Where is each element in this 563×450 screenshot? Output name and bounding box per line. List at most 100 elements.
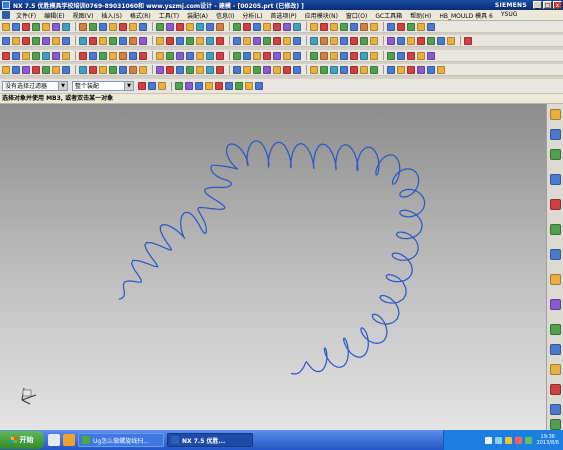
toolbar-tool-icon[interactable] — [417, 22, 425, 31]
toolbar-tool-icon[interactable] — [243, 22, 251, 31]
toolbar-tool-icon[interactable] — [387, 65, 395, 74]
toolbar-tool-icon[interactable] — [32, 22, 40, 31]
toolbar-tool-icon[interactable] — [2, 51, 10, 60]
toolbar-tool-icon[interactable] — [52, 65, 60, 74]
toolbar-tool-icon[interactable] — [42, 22, 50, 31]
toolbar-tool-icon[interactable] — [22, 22, 30, 31]
circle-icon[interactable] — [225, 82, 233, 90]
resource-bar-tab-icon[interactable] — [550, 274, 561, 285]
chevron-down-icon[interactable]: ▼ — [124, 82, 133, 90]
toolbar-tool-icon[interactable] — [273, 65, 281, 74]
resource-bar-tab-icon[interactable] — [550, 364, 561, 375]
toolbar-tool-icon[interactable] — [407, 65, 415, 74]
toolbar-tool-icon[interactable] — [139, 22, 147, 31]
toolbar-tool-icon[interactable] — [52, 51, 60, 60]
menu-item[interactable]: 格式(R) — [126, 11, 155, 20]
toolbar-tool-icon[interactable] — [206, 65, 214, 74]
toolbar-tool-icon[interactable] — [310, 65, 318, 74]
toolbar-tool-icon[interactable] — [156, 22, 164, 31]
toolbar-tool-icon[interactable] — [79, 22, 87, 31]
rectangle-select-icon[interactable] — [185, 82, 193, 90]
toolbar-tool-icon[interactable] — [417, 51, 425, 60]
toolbar-tool-icon[interactable] — [233, 36, 241, 45]
ime-icon[interactable] — [484, 436, 492, 444]
toolbar-tool-icon[interactable] — [216, 22, 224, 31]
toolbar-tool-icon[interactable] — [407, 22, 415, 31]
toolbar-tool-icon[interactable] — [79, 36, 87, 45]
resource-bar-tab-icon[interactable] — [550, 199, 561, 210]
resource-bar-tab-icon[interactable] — [550, 174, 561, 185]
toolbar-tool-icon[interactable] — [310, 22, 318, 31]
toolbar-tool-icon[interactable] — [370, 51, 378, 60]
resource-bar-tab-icon[interactable] — [550, 109, 561, 120]
graphics-window[interactable] — [0, 104, 546, 430]
toolbar-tool-icon[interactable] — [206, 36, 214, 45]
toolbar-tool-icon[interactable] — [196, 22, 204, 31]
toolbar-tool-icon[interactable] — [350, 65, 358, 74]
menu-item[interactable]: YSUG — [497, 11, 522, 20]
menu-item[interactable]: 视图(V) — [69, 11, 98, 20]
toolbar-tool-icon[interactable] — [22, 65, 30, 74]
toolbar-tool-icon[interactable] — [233, 51, 241, 60]
toolbar-tool-icon[interactable] — [156, 51, 164, 60]
crosshair-icon[interactable] — [195, 82, 203, 90]
toolbar-tool-icon[interactable] — [156, 65, 164, 74]
toolbar-tool-icon[interactable] — [340, 22, 348, 31]
close-button[interactable]: x — [553, 1, 562, 9]
toolbar-tool-icon[interactable] — [166, 36, 174, 45]
toolbar-tool-icon[interactable] — [62, 22, 70, 31]
quick-launch-icon[interactable] — [48, 434, 60, 446]
toolbar-tool-icon[interactable] — [2, 22, 10, 31]
toolbar-tool-icon[interactable] — [350, 51, 358, 60]
menu-item[interactable]: 信息(I) — [212, 11, 238, 20]
toolbar-tool-icon[interactable] — [293, 65, 301, 74]
menu-item[interactable]: 文件(F) — [12, 11, 40, 20]
type-filter-select[interactable]: 没有选择过滤器 ▼ — [2, 81, 68, 91]
toolbar-tool-icon[interactable] — [119, 22, 127, 31]
menu-item[interactable]: 工具(T) — [155, 11, 183, 20]
plus-icon[interactable] — [235, 82, 243, 90]
cube-icon[interactable] — [255, 82, 263, 90]
security-icon[interactable] — [514, 436, 522, 444]
helix-curve-canvas[interactable] — [0, 104, 546, 430]
toolbar-tool-icon[interactable] — [283, 65, 291, 74]
toolbar-tool-icon[interactable] — [417, 36, 425, 45]
toolbar-tool-icon[interactable] — [206, 22, 214, 31]
toolbar-tool-icon[interactable] — [283, 51, 291, 60]
resource-bar-tab-icon[interactable] — [550, 224, 561, 235]
toolbar-tool-icon[interactable] — [330, 36, 338, 45]
snap-point-icon[interactable] — [138, 82, 146, 90]
toolbar-tool-icon[interactable] — [119, 65, 127, 74]
toolbar-tool-icon[interactable] — [196, 36, 204, 45]
toolbar-tool-icon[interactable] — [22, 36, 30, 45]
resource-bar-tab-icon[interactable] — [550, 129, 561, 140]
toolbar-tool-icon[interactable] — [119, 36, 127, 45]
toolbar-tool-icon[interactable] — [407, 36, 415, 45]
update-icon[interactable] — [524, 436, 532, 444]
resource-bar-tab-icon[interactable] — [550, 384, 561, 395]
toolbar-tool-icon[interactable] — [109, 65, 117, 74]
toolbar-tool-icon[interactable] — [176, 51, 184, 60]
toolbar-tool-icon[interactable] — [89, 65, 97, 74]
toolbar-tool-icon[interactable] — [253, 36, 261, 45]
toolbar-tool-icon[interactable] — [370, 22, 378, 31]
toolbar-tool-icon[interactable] — [464, 36, 472, 45]
toolbar-tool-icon[interactable] — [216, 65, 224, 74]
toolbar-tool-icon[interactable] — [12, 36, 20, 45]
toolbar-tool-icon[interactable] — [2, 36, 10, 45]
toolbar-tool-icon[interactable] — [2, 65, 10, 74]
toolbar-tool-icon[interactable] — [263, 22, 271, 31]
menu-item[interactable]: 应用模块(N) — [301, 11, 342, 20]
toolbar-tool-icon[interactable] — [166, 22, 174, 31]
toolbar-tool-icon[interactable] — [283, 36, 291, 45]
toolbar-tool-icon[interactable] — [196, 65, 204, 74]
toolbar-tool-icon[interactable] — [99, 51, 107, 60]
line-icon[interactable] — [205, 82, 213, 90]
toolbar-tool-icon[interactable] — [397, 36, 405, 45]
taskbar-item-nx[interactable]: NX 7.5 优胜... — [167, 433, 253, 447]
toolbar-tool-icon[interactable] — [119, 51, 127, 60]
toolbar-tool-icon[interactable] — [310, 36, 318, 45]
toolbar-tool-icon[interactable] — [42, 36, 50, 45]
toolbar-tool-icon[interactable] — [109, 22, 117, 31]
toolbar-tool-icon[interactable] — [407, 51, 415, 60]
